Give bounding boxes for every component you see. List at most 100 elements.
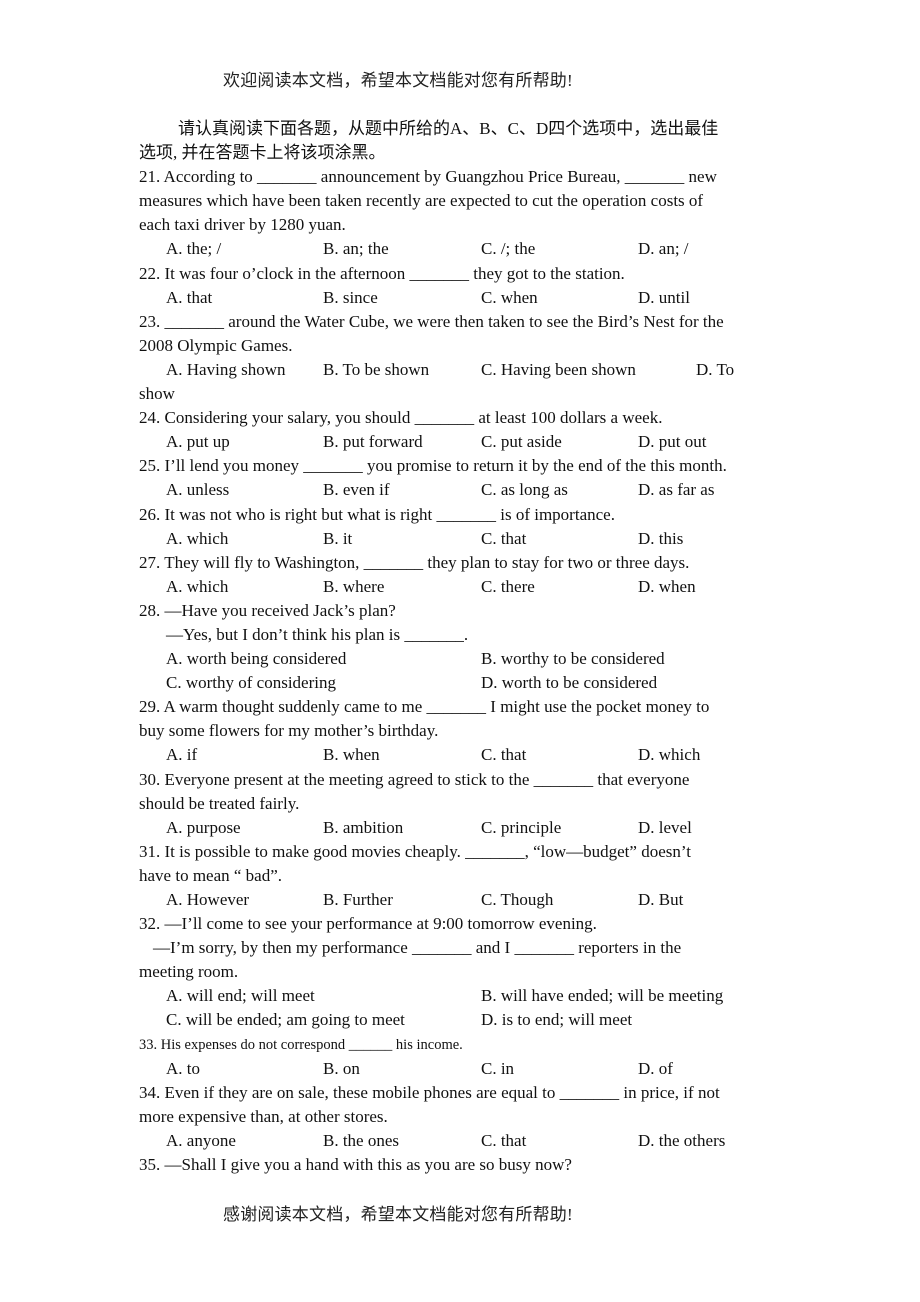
question-text: measures which have been taken recently … <box>139 191 704 211</box>
option-b: B. the ones <box>323 1130 400 1150</box>
option-d: D. To <box>696 359 735 379</box>
page-footer: 感谢阅读本文档，希望本文档能对您有所帮助! <box>223 1205 573 1224</box>
options-row: A. if B. when C. that D. which <box>139 743 789 767</box>
option-a: A. to <box>166 1058 200 1078</box>
question-27: 27. They will fly to Washington, _______… <box>139 551 789 599</box>
question-28: 28. —Have you received Jack’s plan? —Yes… <box>139 599 789 695</box>
option-a: A. which <box>166 576 229 596</box>
option-c: C. Though <box>481 890 554 909</box>
options-row: A. that B. since C. when D. until <box>139 286 789 310</box>
question-32: 32. —I’ll come to see your performance a… <box>139 912 789 1032</box>
question-22: 22. It was four o’clock in the afternoon… <box>139 262 789 310</box>
instructions-line-1: 请认真阅读下面各题，从题中所给的A、B、C、D四个选项中，选出最佳 <box>178 119 719 138</box>
page-header: 欢迎阅读本文档，希望本文档能对您有所帮助! <box>223 71 573 90</box>
question-25: 25. I’ll lend you money _______ you prom… <box>139 454 789 502</box>
options-row: C. worthy of considering D. worth to be … <box>139 671 789 695</box>
option-a: A. which <box>166 528 229 548</box>
option-d: D. put out <box>638 432 707 452</box>
question-29: 29. A warm thought suddenly came to me _… <box>139 695 789 767</box>
option-b: B. To be shown <box>323 359 430 379</box>
question-text: 27. They will fly to Washington, _______… <box>139 552 690 572</box>
question-text: 35. —Shall I give you a hand with this a… <box>139 1155 572 1175</box>
question-33: 33. His expenses do not correspond _____… <box>139 1033 789 1081</box>
option-c: C. there <box>481 576 535 596</box>
options-row: A. anyone B. the ones C. that D. the oth… <box>139 1129 789 1153</box>
question-text: meeting room. <box>139 962 239 982</box>
option-b: B. put forward <box>323 432 423 452</box>
options-row: A. Having shown B. To be shown C. Having… <box>139 358 789 382</box>
option-b: B. since <box>323 287 378 307</box>
option-b: B. an; the <box>323 239 389 259</box>
question-26: 26. It was not who is right but what is … <box>139 503 789 551</box>
option-a: A. put up <box>166 432 230 452</box>
option-b: B. even if <box>323 480 390 500</box>
question-31: 31. It is possible to make good movies c… <box>139 840 789 912</box>
option-b: B. worthy to be considered <box>481 649 665 669</box>
options-row: C. will be ended; am going to meet D. is… <box>139 1008 789 1032</box>
instructions-line-2: 选项, 并在答题卡上将该项涂黑。 <box>139 143 386 163</box>
question-34: 34. Even if they are on sale, these mobi… <box>139 1081 789 1153</box>
option-a: A. worth being considered <box>166 649 347 669</box>
option-a: A. will end; will meet <box>166 986 315 1006</box>
options-row: A. which B. it C. that D. this <box>139 527 789 551</box>
question-text: buy some flowers for my mother’s birthda… <box>139 721 439 741</box>
question-text: 2008 Olympic Games. <box>139 335 293 355</box>
question-text: 31. It is possible to make good movies c… <box>139 841 691 861</box>
option-b: B. where <box>323 576 385 596</box>
question-35: 35. —Shall I give you a hand with this a… <box>139 1153 789 1177</box>
option-c: C. that <box>481 1130 527 1150</box>
question-text: 28. —Have you received Jack’s plan? <box>139 600 396 620</box>
question-text: —I’m sorry, by then my performance _____… <box>153 938 682 958</box>
options-row: A. put up B. put forward C. put aside D.… <box>139 430 789 454</box>
question-30: 30. Everyone present at the meeting agre… <box>139 768 789 840</box>
option-b: B. ambition <box>323 817 404 837</box>
question-text: 29. A warm thought suddenly came to me _… <box>139 697 710 717</box>
option-b: B. will have ended; will be meeting <box>481 986 724 1006</box>
option-a: A. However <box>166 890 250 909</box>
option-a: A. if <box>166 745 198 765</box>
options-row: A. unless B. even if C. as long as D. as… <box>139 478 789 502</box>
options-row: A. However B. Further C. Though D. But <box>139 888 789 912</box>
question-text: 30. Everyone present at the meeting agre… <box>139 769 690 789</box>
option-d: D. an; / <box>638 239 689 259</box>
option-c: C. /; the <box>481 239 536 259</box>
option-b: B. when <box>323 745 380 765</box>
option-d: D. which <box>638 745 701 765</box>
option-c: C. that <box>481 528 527 548</box>
option-a: A. that <box>166 287 213 307</box>
question-24: 24. Considering your salary, you should … <box>139 406 789 454</box>
option-d: D. level <box>638 817 692 837</box>
options-row: A. will end; will meet B. will have ende… <box>139 984 789 1008</box>
option-c: C. Having been shown <box>481 359 636 379</box>
document-page: 欢迎阅读本文档，希望本文档能对您有所帮助! 请认真阅读下面各题，从题中所给的A、… <box>0 0 920 1302</box>
option-d: D. when <box>638 576 696 596</box>
option-a: A. Having shown <box>166 359 286 379</box>
options-row: A. which B. where C. there D. when <box>139 575 789 599</box>
option-b: B. Further <box>323 890 393 909</box>
question-text: 22. It was four o’clock in the afternoon… <box>139 263 625 283</box>
option-a: A. purpose <box>166 817 241 837</box>
question-text: —Yes, but I don’t think his plan is ____… <box>166 624 469 644</box>
option-d: D. But <box>638 890 684 909</box>
option-c: C. as long as <box>481 480 568 500</box>
option-b: B. it <box>323 528 353 548</box>
question-text: 34. Even if they are on sale, these mobi… <box>139 1082 720 1102</box>
question-text: 33. His expenses do not correspond _____… <box>139 1036 463 1053</box>
option-a: A. the; / <box>166 239 222 259</box>
option-d-overflow: show <box>139 384 175 404</box>
option-d: D. is to end; will meet <box>481 1010 633 1030</box>
option-d: D. of <box>638 1058 673 1078</box>
question-23: 23. _______ around the Water Cube, we we… <box>139 310 789 406</box>
question-21: 21. According to _______ announcement by… <box>139 165 789 261</box>
option-c: C. that <box>481 745 527 765</box>
question-text: each taxi driver by 1280 yuan. <box>139 215 346 235</box>
option-c: C. worthy of considering <box>166 673 336 693</box>
question-text: 32. —I’ll come to see your performance a… <box>139 914 597 934</box>
question-text: 23. _______ around the Water Cube, we we… <box>139 311 724 331</box>
option-d: D. the others <box>638 1130 726 1150</box>
option-d: D. this <box>638 528 684 548</box>
option-d: D. worth to be considered <box>481 673 658 693</box>
option-a: A. unless <box>166 480 230 500</box>
question-text: have to mean “ bad”. <box>139 865 283 885</box>
question-text: 21. According to _______ announcement by… <box>139 167 717 187</box>
